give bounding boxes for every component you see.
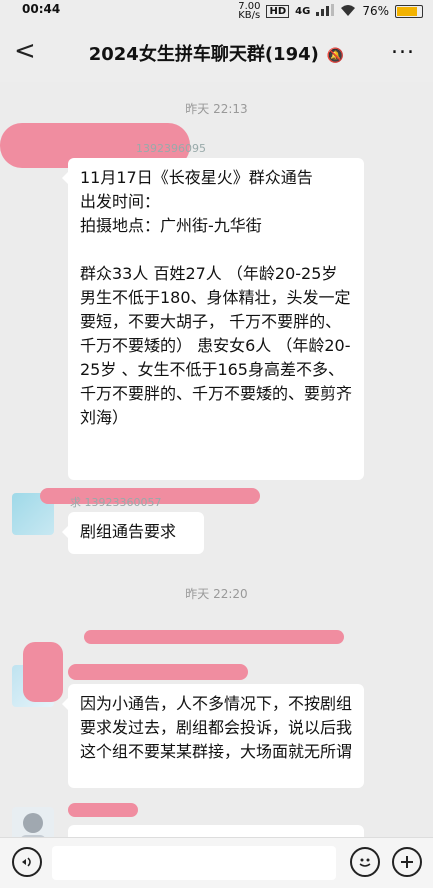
more-options-button[interactable]: ...	[391, 34, 415, 59]
add-icon[interactable]	[392, 847, 422, 877]
wifi-icon	[340, 4, 356, 19]
emoji-icon[interactable]	[350, 847, 380, 877]
chat-title-text: 2024女生拼车聊天群(194)	[88, 44, 319, 65]
status-bar: 00:44 7.00 KB/s HD 4G 76%	[0, 0, 433, 21]
chat-header: < 2024女生拼车聊天群(194) 🔕 ...	[0, 20, 433, 82]
mute-icon: 🔕	[326, 48, 345, 64]
battery-percent: 76%	[362, 4, 389, 18]
status-icons: 7.00 KB/s HD 4G 76%	[238, 1, 423, 21]
battery-icon	[395, 4, 423, 18]
network-type: 4G	[295, 5, 311, 17]
message-bubble-explanation[interactable]: 因为小通告，人不多情况下，不按剧组要求发过去，剧组都会投诉，说以后我这个组不要某…	[62, 684, 364, 788]
redacted-name-scribble	[68, 803, 138, 817]
message-bubble-notice[interactable]: 11月17日《长夜星火》群众通告 出发时间： 拍摄地点：广州街-九华街 群众33…	[62, 158, 364, 480]
input-bar	[0, 837, 433, 888]
voice-input-icon[interactable]	[12, 847, 42, 877]
sender-name: 求 13923360057	[70, 496, 162, 509]
status-time: 00:44	[22, 2, 61, 16]
signal-icon	[316, 3, 335, 19]
message-bubble-requirement[interactable]: 剧组通告要求	[62, 512, 204, 554]
sender-name: 1392396095	[136, 142, 206, 155]
message-input[interactable]	[52, 846, 336, 880]
timestamp-1: 昨天 22:13	[185, 102, 248, 116]
hd-icon: HD	[266, 4, 290, 18]
network-speed: 7.00 KB/s	[238, 1, 261, 21]
timestamp-2: 昨天 22:20	[185, 587, 248, 601]
chat-title: 2024女生拼车聊天群(194) 🔕	[0, 40, 433, 66]
